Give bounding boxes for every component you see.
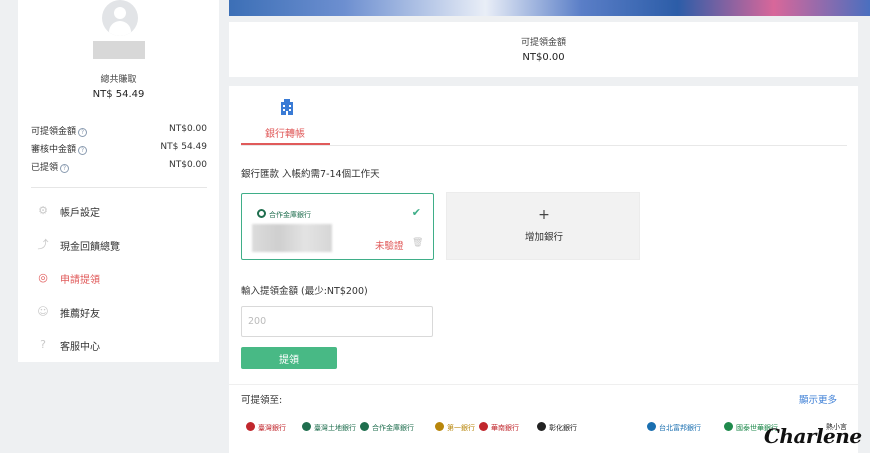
watermark-sub: 熱小言 xyxy=(826,423,847,431)
balance-label: 可提領金額 xyxy=(31,127,77,137)
bank-logo: 彰化銀行 xyxy=(537,421,577,435)
bank-mark-icon xyxy=(302,422,311,431)
sidebar-item-account-settings[interactable]: ⚙ 帳戶設定 xyxy=(36,202,206,220)
total-earned-label: 總共賺取 xyxy=(100,75,137,85)
account-number-redacted xyxy=(252,224,332,252)
bank-building-icon xyxy=(281,99,293,115)
sidebar-item-withdraw[interactable]: ◎ 申請提領 xyxy=(36,269,206,287)
sidebar-item-label: 申請提領 xyxy=(60,275,100,286)
bank-mark-icon xyxy=(724,422,733,431)
total-earned-value: NT$ 54.49 xyxy=(92,89,145,100)
bank-logo-name: 彰化銀行 xyxy=(549,424,577,432)
sidebar-item-label: 客服中心 xyxy=(60,342,100,353)
sidebar-item-help-center[interactable]: ? 客服中心 xyxy=(36,336,206,354)
promo-banner xyxy=(229,0,870,16)
withdraw-panel: 銀行轉帳 銀行匯款 入帳約需7-14個工作天 合作金庫銀行 ✔ 未驗證 🗑 + … xyxy=(229,86,858,453)
help-icon[interactable]: ? xyxy=(60,164,70,173)
bank-logo: 合作金庫銀行 xyxy=(257,209,317,219)
withdraw-icon: ◎ xyxy=(38,271,48,284)
bank-logo-name: 華南銀行 xyxy=(491,424,519,432)
check-icon: ✔ xyxy=(411,206,421,219)
bank-mark-icon xyxy=(360,422,369,431)
bank-logo-name: 合作金庫銀行 xyxy=(372,424,414,432)
trend-icon: ⤴ xyxy=(37,238,49,251)
sidebar-item-cashback-overview[interactable]: ⤴ 現金回饋總覽 xyxy=(36,236,206,254)
sidebar-divider xyxy=(31,187,207,188)
bank-logo: 第一銀行 xyxy=(435,421,475,435)
bank-logo: 台北富邦銀行 xyxy=(647,421,701,435)
tab-bank-transfer[interactable]: 銀行轉帳 xyxy=(265,125,305,140)
help-icon: ? xyxy=(40,338,46,351)
add-bank-label: 增加銀行 xyxy=(524,232,563,243)
avatar xyxy=(102,0,138,36)
withdrawable-summary: 可提領金額 NT$0.00 xyxy=(229,22,858,77)
plus-icon: + xyxy=(538,207,550,223)
help-icon[interactable]: ? xyxy=(78,146,88,155)
balance-label: 審核中金額 xyxy=(31,145,77,155)
balance-value: NT$0.00 xyxy=(169,160,207,170)
invite-icon: ☺ xyxy=(37,305,49,318)
balance-value: NT$0.00 xyxy=(169,124,207,134)
bank-account-card[interactable]: 合作金庫銀行 ✔ 未驗證 🗑 xyxy=(241,193,434,260)
bank-mark-icon xyxy=(479,422,488,431)
bank-logo-name: 臺灣土地銀行 xyxy=(314,424,356,432)
show-more-link[interactable]: 顯示更多 xyxy=(799,392,837,406)
trash-icon[interactable]: 🗑 xyxy=(412,238,423,248)
bank-logo: 臺灣土地銀行 xyxy=(302,421,356,435)
sidebar-item-label: 推薦好友 xyxy=(60,309,100,320)
bank-mark-icon xyxy=(647,422,656,431)
bank-mark-icon xyxy=(246,422,255,431)
balance-row-available: 可提領金額? NT$0.00 xyxy=(31,124,207,138)
verification-status[interactable]: 未驗證 xyxy=(375,238,404,252)
amount-input[interactable] xyxy=(241,306,433,337)
bank-logo-name: 第一銀行 xyxy=(447,424,475,432)
bank-logo: 華南銀行 xyxy=(479,421,519,435)
withdrawable-value: NT$0.00 xyxy=(522,52,565,63)
bank-logo: 臺灣銀行 xyxy=(246,421,286,435)
bank-name: 合作金庫銀行 xyxy=(269,211,311,219)
balance-row-withdrawn: 已提領? NT$0.00 xyxy=(31,160,207,174)
balance-value: NT$ 54.49 xyxy=(160,142,207,152)
bank-logo-name: 台北富邦銀行 xyxy=(659,424,701,432)
withdraw-button[interactable]: 提領 xyxy=(241,347,337,369)
tab-divider xyxy=(241,145,847,146)
supported-banks-title: 可提領至: xyxy=(241,395,283,406)
sidebar-item-label: 帳戶設定 xyxy=(60,208,100,219)
username-redacted xyxy=(93,41,145,59)
withdrawable-label: 可提領金額 xyxy=(520,38,566,48)
amount-label: 輸入提領金額 (最少:NT$200) xyxy=(241,286,368,297)
transfer-note: 銀行匯款 入帳約需7-14個工作天 xyxy=(241,169,380,180)
sidebar-item-refer-friends[interactable]: ☺ 推薦好友 xyxy=(36,303,206,321)
help-icon[interactable]: ? xyxy=(78,128,88,137)
bank-logo: 合作金庫銀行 xyxy=(360,421,414,435)
bank-mark-icon xyxy=(537,422,546,431)
balance-label: 已提領 xyxy=(31,163,59,173)
gear-icon: ⚙ xyxy=(38,204,48,217)
add-bank-button[interactable]: + 增加銀行 xyxy=(446,192,640,260)
bank-logo-name: 臺灣銀行 xyxy=(258,424,286,432)
bank-mark-icon xyxy=(435,422,444,431)
balance-row-pending: 審核中金額? NT$ 54.49 xyxy=(31,142,207,156)
banks-divider xyxy=(229,384,858,385)
account-sidebar: 總共賺取 NT$ 54.49 可提領金額? NT$0.00 審核中金額? NT$… xyxy=(18,0,219,362)
sidebar-item-label: 現金回饋總覽 xyxy=(60,242,120,253)
